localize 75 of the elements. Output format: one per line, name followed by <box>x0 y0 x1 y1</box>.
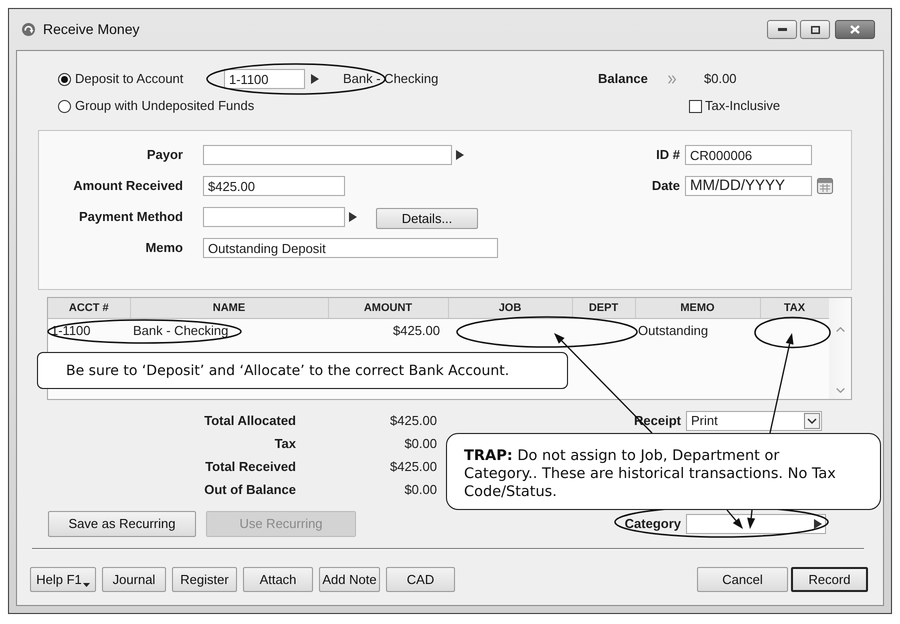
minimize-button[interactable] <box>767 20 797 39</box>
maximize-icon <box>810 26 820 34</box>
balance-value: $0.00 <box>704 70 737 88</box>
id-field[interactable]: CR000006 <box>685 145 812 165</box>
table-cell: Outstanding <box>638 322 708 338</box>
field-label: Payor <box>146 146 183 164</box>
double-chevron-icon <box>668 74 676 84</box>
scroll-up-icon[interactable] <box>836 327 844 332</box>
radio-label[interactable]: Group with Undeposited Funds <box>75 96 254 116</box>
column-header[interactable]: JOB <box>448 298 572 318</box>
save-recurring-button[interactable]: Save as Recurring <box>48 511 196 537</box>
maximize-button[interactable] <box>800 20 830 39</box>
annotation-arrow <box>726 510 743 529</box>
cancel-button[interactable]: Cancel <box>697 567 788 592</box>
close-button[interactable] <box>835 20 875 39</box>
total-label: Total Allocated <box>203 412 296 430</box>
radio-button[interactable] <box>58 72 71 86</box>
window-title: Receive Money <box>43 20 140 39</box>
field-label: ID # <box>655 146 680 164</box>
category-field[interactable] <box>686 514 826 534</box>
column-header[interactable]: MEMO <box>635 298 760 318</box>
arrow-icon[interactable] <box>814 519 822 529</box>
annotation-arrow <box>747 510 756 529</box>
account-name: Bank - Checking <box>343 70 438 88</box>
payment-method-field[interactable] <box>203 207 345 227</box>
chevron-down-icon[interactable] <box>804 412 820 428</box>
memo-field[interactable]: Outstanding Deposit <box>203 238 498 258</box>
details-button[interactable]: Details... <box>376 208 478 229</box>
category-label: Category <box>624 515 681 534</box>
radio-button[interactable] <box>58 100 71 112</box>
field-label: Amount Received <box>72 177 183 196</box>
total-label: Out of Balance <box>203 480 296 499</box>
record-button[interactable]: Record <box>791 567 868 592</box>
total-value: $425.00 <box>389 412 437 430</box>
column-header[interactable]: DEPT <box>572 298 635 318</box>
field-label: Payment Method <box>78 208 183 226</box>
close-icon <box>850 25 860 34</box>
callout-note: TRAP: Do not assign to Job, Department or Category.. These are historical transactions. No Tax Code/Status. <box>446 433 881 510</box>
table-cell: Bank - Checking <box>133 322 228 338</box>
journal-button[interactable]: Journal <box>102 567 166 592</box>
scroll-down-icon[interactable] <box>836 388 844 393</box>
balance-label: Balance <box>598 70 649 88</box>
calendar-icon[interactable] <box>817 178 833 194</box>
amount-field[interactable]: $425.00 <box>203 176 345 196</box>
checkbox-label[interactable]: Tax-Inclusive <box>705 96 780 116</box>
table-cell: $425.00 <box>393 322 440 338</box>
total-label: Tax <box>274 434 296 453</box>
column-header[interactable]: NAME <box>130 298 328 318</box>
minimize-icon <box>778 28 786 31</box>
callout-note: Be sure to ‘Deposit’ and ‘Allocate’ to the correct Bank Account. <box>37 352 568 389</box>
caret-icon <box>82 582 90 587</box>
arrow-icon[interactable] <box>349 212 357 222</box>
total-label: Total Received <box>204 458 296 476</box>
radio-label[interactable]: Deposit to Account <box>75 69 184 89</box>
field-label: Date <box>650 177 680 196</box>
arrow-icon[interactable] <box>311 74 319 84</box>
arrow-icon[interactable] <box>456 150 464 160</box>
receipt-dropdown[interactable]: Print <box>686 410 822 430</box>
column-header[interactable]: ACCT # <box>48 298 130 318</box>
column-header[interactable]: TAX <box>760 298 829 318</box>
payor-field[interactable] <box>203 145 452 165</box>
field-label: Memo <box>144 239 183 258</box>
register-button[interactable]: Register <box>172 567 237 592</box>
date-field[interactable]: MM/DD/YYYY <box>685 176 812 196</box>
total-value: $425.00 <box>389 458 437 476</box>
table-cell: 1-1100 <box>51 322 91 338</box>
attach-button[interactable]: Attach <box>243 567 313 592</box>
column-header[interactable]: AMOUNT <box>328 298 448 318</box>
total-value: $0.00 <box>403 434 437 453</box>
help-button[interactable]: Help F1 <box>30 567 96 592</box>
add-note-button[interactable]: Add Note <box>319 567 380 592</box>
cad-button[interactable]: CAD <box>386 567 455 592</box>
checkbox[interactable] <box>689 100 702 112</box>
total-value: $0.00 <box>403 480 437 499</box>
account-field[interactable]: 1-1100 <box>224 69 305 89</box>
